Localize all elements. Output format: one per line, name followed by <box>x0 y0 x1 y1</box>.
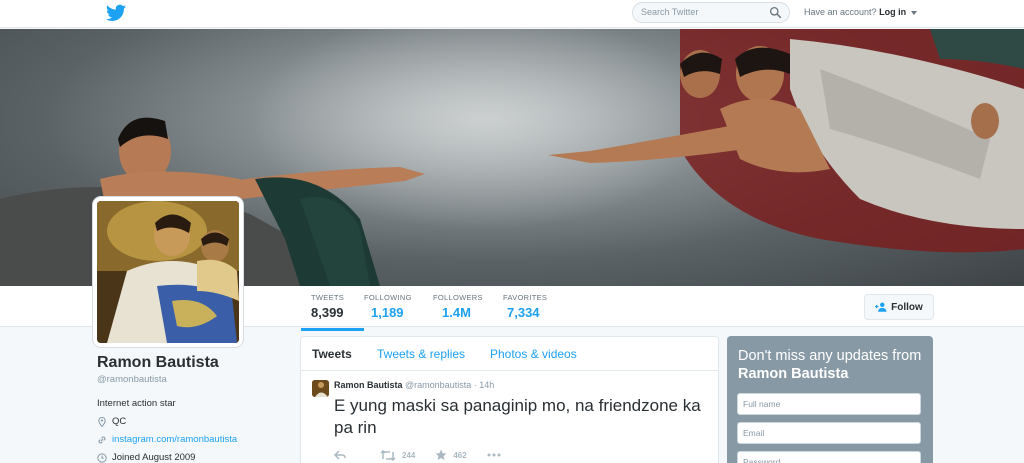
active-tab-indicator <box>301 328 364 331</box>
stat-label: FOLLOWERS <box>433 293 483 302</box>
stat-label: TWEETS <box>311 293 345 302</box>
top-nav-bar: Have an account? Log in <box>0 0 1024 28</box>
retweet-icon[interactable] <box>380 449 396 461</box>
profile-description: Internet action star <box>97 398 176 409</box>
stat-value: 1.4M <box>442 305 471 320</box>
profile-joined: Joined August 2009 <box>97 452 287 463</box>
profile-bio-card: Ramon Bautista @ramonbautista Internet a… <box>97 354 287 463</box>
stat-value: 1,189 <box>371 305 404 320</box>
reply-action[interactable] <box>334 450 346 460</box>
stat-tweets[interactable]: TWEETS 8,399 <box>301 293 364 331</box>
tweet-avatar[interactable] <box>312 380 329 397</box>
signup-heading-name: Ramon Bautista <box>738 366 849 382</box>
full-name-field[interactable] <box>737 393 921 415</box>
profile-name[interactable]: Ramon Bautista <box>97 354 287 372</box>
follow-user-icon <box>875 302 887 312</box>
stat-value: 7,334 <box>507 305 540 320</box>
tab-photos-videos[interactable]: Photos & videos <box>490 347 577 361</box>
joined-text: Joined August 2009 <box>112 452 196 463</box>
avatar[interactable] <box>93 197 243 347</box>
stat-label: FAVORITES <box>503 293 548 302</box>
profile-handle[interactable]: @ramonbautista <box>97 374 287 385</box>
tweet-author[interactable]: Ramon Bautista <box>334 380 403 390</box>
search-box[interactable] <box>632 2 790 23</box>
more-action[interactable] <box>487 453 501 457</box>
stat-followers[interactable]: FOLLOWERS 1.4M <box>433 293 483 320</box>
website-link[interactable]: instagram.com/ramonbautista <box>112 434 237 445</box>
search-input[interactable] <box>641 7 761 17</box>
profile-location: QC <box>97 416 287 427</box>
favorite-action[interactable]: 462 <box>435 449 467 461</box>
search-icon[interactable] <box>769 6 782 19</box>
signup-heading-prefix: Don't miss any updates from <box>738 348 922 364</box>
tweet-actions: 244 462 <box>334 449 521 461</box>
tweet-text: E yung maski sa panaginip mo, na friendz… <box>334 396 701 437</box>
retweet-count: 244 <box>402 450 416 460</box>
account-menu: Have an account? Log in <box>804 7 917 17</box>
tweet-timeline: Tweets Tweets & replies Photos & videos … <box>300 336 719 463</box>
stat-favorites[interactable]: FAVORITES 7,334 <box>503 293 547 320</box>
location-text: QC <box>112 416 127 427</box>
calendar-icon <box>97 452 107 463</box>
chevron-down-icon[interactable] <box>910 10 917 15</box>
tab-tweets[interactable]: Tweets <box>312 347 352 361</box>
stat-label: FOLLOWING <box>364 293 412 302</box>
more-dots-icon[interactable] <box>487 453 501 457</box>
follow-label: Follow <box>891 301 923 313</box>
favorite-count: 462 <box>453 450 467 460</box>
link-icon <box>98 436 106 443</box>
account-prompt: Have an account? <box>804 7 877 17</box>
follow-button[interactable]: Follow <box>864 294 934 320</box>
stat-value: 8,399 <box>311 305 344 320</box>
reply-icon[interactable] <box>334 450 346 460</box>
tab-tweets-replies[interactable]: Tweets & replies <box>377 347 465 361</box>
login-link[interactable]: Log in <box>879 7 906 17</box>
twitter-bird-icon[interactable] <box>106 4 126 22</box>
password-field[interactable] <box>737 451 921 463</box>
retweet-action[interactable]: 244 <box>380 449 416 461</box>
timeline-tabs: Tweets Tweets & replies Photos & videos <box>301 337 718 371</box>
signup-module: Don't miss any updates from Ramon Bautis… <box>727 336 933 463</box>
signup-heading: Don't miss any updates from Ramon Bautis… <box>738 347 928 383</box>
tweet-header: Ramon Bautista @ramonbautista · 14h <box>334 380 494 390</box>
stat-following[interactable]: FOLLOWING 1,189 <box>364 293 412 320</box>
location-pin-icon <box>98 416 106 427</box>
favorite-star-icon[interactable] <box>435 449 447 461</box>
tweet-handle[interactable]: @ramonbautista <box>405 380 471 390</box>
tweet-time[interactable]: · 14h <box>474 380 495 390</box>
email-field[interactable] <box>737 422 921 444</box>
profile-website: instagram.com/ramonbautista <box>97 434 287 445</box>
